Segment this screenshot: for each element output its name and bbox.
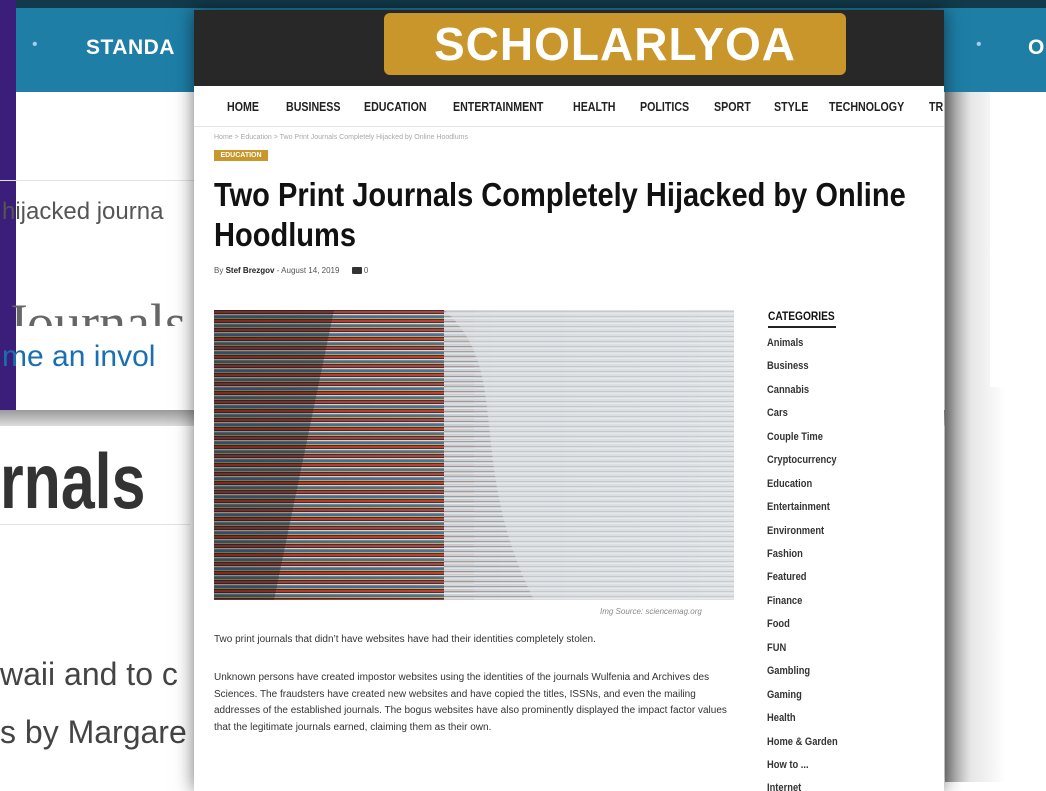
categories-heading: CATEGORIES — [768, 309, 835, 323]
comment-count[interactable]: 0 — [364, 266, 368, 275]
category-link[interactable]: Health — [767, 712, 796, 724]
category-link[interactable]: Entertainment — [767, 501, 830, 513]
byline-prefix: By — [214, 266, 224, 275]
menu-item-politics[interactable]: POLITICS — [640, 99, 689, 114]
category-link[interactable]: Education — [767, 478, 812, 490]
category-link[interactable]: Business — [767, 360, 809, 372]
article-byline: By Stef Brezgov - August 14, 2019 0 — [214, 266, 368, 275]
article-hero-image — [214, 310, 734, 600]
background-large-heading: rnals — [0, 437, 146, 525]
category-link[interactable]: Food — [767, 618, 790, 630]
menu-item-sport[interactable]: SPORT — [714, 99, 751, 114]
menu-item-health[interactable]: HEALTH — [573, 99, 615, 114]
background-right-panel — [990, 92, 1046, 387]
author-link[interactable]: Stef Brezgov — [226, 266, 275, 275]
article-title-line: Hoodlums — [214, 216, 356, 253]
category-link[interactable]: Featured — [767, 571, 806, 583]
site-banner: SCHOLARLYOA — [194, 10, 944, 86]
category-link[interactable]: Home & Garden — [767, 736, 838, 748]
nav-separator-dot: • — [976, 36, 982, 53]
article-paragraph: Unknown persons have created impostor we… — [214, 672, 727, 733]
comment-icon[interactable] — [351, 267, 362, 275]
category-link[interactable]: Cars — [767, 407, 788, 419]
category-link[interactable]: How to ... — [767, 759, 809, 771]
category-link[interactable]: Gaming — [767, 689, 802, 701]
site-logo[interactable]: SCHOLARLYOA — [384, 13, 846, 75]
category-link[interactable]: Finance — [767, 595, 802, 607]
menu-item-business[interactable]: BUSINESS — [286, 99, 341, 114]
category-link[interactable]: Environment — [767, 525, 824, 537]
background-nav-item[interactable]: O — [1028, 36, 1045, 60]
main-menu: HOME BUSINESS EDUCATION ENTERTAINMENT HE… — [194, 90, 944, 127]
category-link[interactable]: Couple Time — [767, 431, 823, 443]
category-link[interactable]: Gambling — [767, 665, 810, 677]
background-body-text: s by Margare — [0, 714, 187, 750]
menu-item-entertainment[interactable]: ENTERTAINMENT — [453, 99, 543, 114]
menu-item-travel[interactable]: TR — [929, 99, 943, 114]
article-title: Two Print Journals Completely Hijacked b… — [214, 175, 906, 255]
menu-item-technology[interactable]: TECHNOLOGY — [829, 99, 904, 114]
background-divider — [0, 524, 190, 525]
category-link[interactable]: FUN — [767, 642, 786, 654]
background-nav-item[interactable]: STANDA — [86, 36, 175, 60]
background-divider — [0, 180, 200, 181]
menu-item-style[interactable]: STYLE — [774, 99, 808, 114]
category-link[interactable]: Fashion — [767, 548, 803, 560]
category-tag[interactable]: EDUCATION — [214, 150, 268, 161]
background-heading-partial: Journals — [6, 293, 186, 326]
menu-item-home[interactable]: HOME — [227, 99, 259, 114]
breadcrumb[interactable]: Home > Education > Two Print Journals Co… — [214, 134, 468, 141]
category-link[interactable]: Cryptocurrency — [767, 454, 837, 466]
categories-underline — [768, 326, 836, 328]
journal-stack-illustration — [214, 310, 734, 600]
publish-date: - August 14, 2019 — [276, 266, 340, 275]
article-paragraph: Two print journals that didn’t have webs… — [214, 634, 596, 645]
article-screenshot: SCHOLARLYOA HOME BUSINESS EDUCATION ENTE… — [194, 10, 944, 791]
category-link[interactable]: Cannabis — [767, 384, 809, 396]
article-title-line: Two Print Journals Completely Hijacked b… — [214, 176, 906, 213]
image-source-caption: Img Source: sciencemag.org — [600, 607, 702, 616]
background-search-text: hijacked journa — [2, 198, 164, 225]
background-link-text[interactable]: me an invol — [2, 340, 155, 374]
background-top-strip — [0, 0, 1046, 8]
category-link[interactable]: Animals — [767, 337, 803, 349]
nav-separator-dot: • — [32, 36, 38, 53]
category-link[interactable]: Internet — [767, 782, 801, 791]
menu-item-education[interactable]: EDUCATION — [364, 99, 427, 114]
background-body-text: waii and to c — [0, 656, 178, 692]
